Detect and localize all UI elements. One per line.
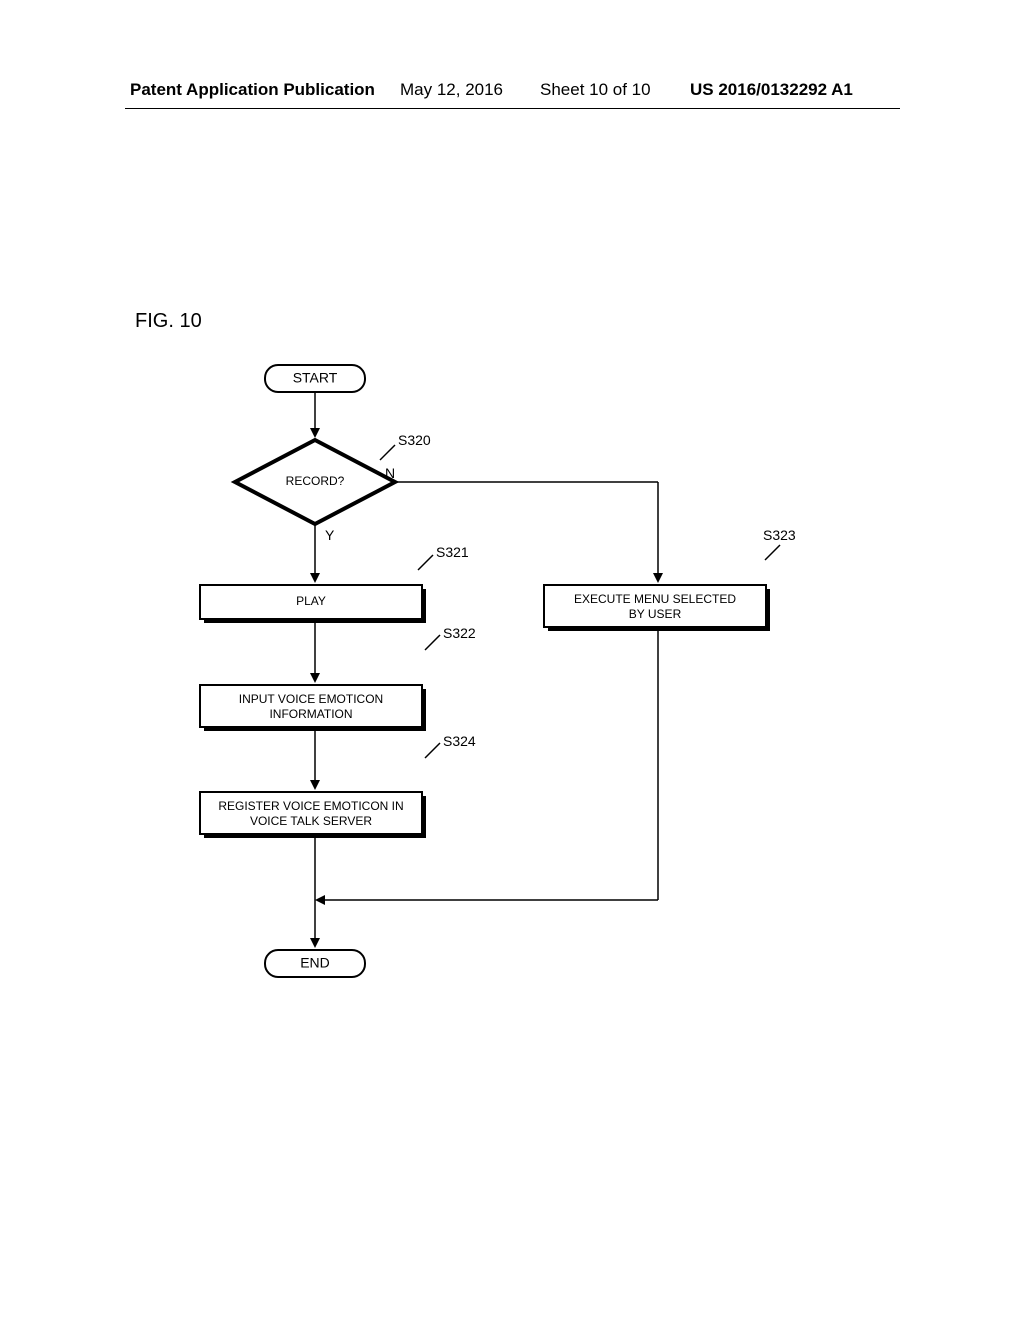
decision-n: N (385, 465, 395, 481)
sheet-number: Sheet 10 of 10 (540, 80, 651, 100)
start-node: START (265, 365, 365, 392)
play-text: PLAY (296, 594, 326, 608)
process-execute: EXECUTE MENU SELECTED BY USER (544, 585, 770, 631)
publication-number: US 2016/0132292 A1 (690, 80, 853, 100)
publication-date: May 12, 2016 (400, 80, 503, 100)
register-text-l2: VOICE TALK SERVER (250, 814, 372, 828)
execute-text-l1: EXECUTE MENU SELECTED (574, 592, 736, 606)
input-text-l2: INFORMATION (269, 707, 352, 721)
input-text-l1: INPUT VOICE EMOTICON (239, 692, 383, 706)
end-text: END (300, 955, 330, 971)
decision-text: RECORD? (286, 474, 345, 488)
start-text: START (293, 370, 338, 386)
register-text-l1: REGISTER VOICE EMOTICON IN (218, 799, 403, 813)
decision-y: Y (325, 527, 335, 543)
figure-label: FIG. 10 (135, 310, 202, 333)
decision-record: RECORD? (235, 440, 395, 524)
step-s322: S322 (443, 625, 476, 641)
step-s324: S324 (443, 733, 476, 749)
step-s321: S321 (436, 544, 469, 560)
end-node: END (265, 950, 365, 977)
step-s323: S323 (763, 527, 796, 543)
process-input: INPUT VOICE EMOTICON INFORMATION (200, 685, 426, 731)
header-rule (125, 108, 900, 109)
publication-label: Patent Application Publication (130, 80, 375, 100)
execute-text-l2: BY USER (629, 607, 682, 621)
flowchart: START RECORD? S320 N Y PLAY S321 (190, 360, 810, 1020)
process-play: PLAY (200, 585, 426, 623)
process-register: REGISTER VOICE EMOTICON IN VOICE TALK SE… (200, 792, 426, 838)
step-s320: S320 (398, 432, 431, 448)
patent-figure-page: Patent Application Publication May 12, 2… (0, 0, 1024, 1320)
